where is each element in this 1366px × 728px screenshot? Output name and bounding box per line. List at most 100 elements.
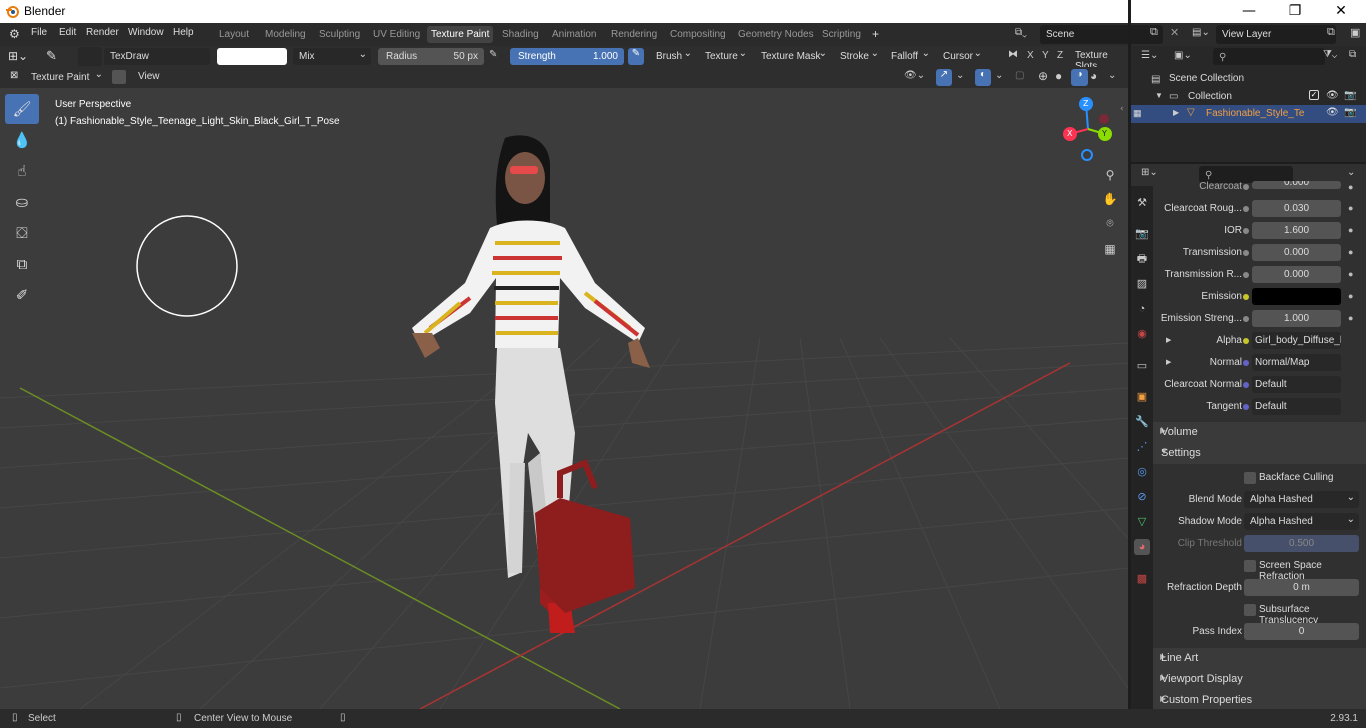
- clearcoat-field[interactable]: 0.000: [1252, 181, 1341, 189]
- alpha-socket-icon[interactable]: [1243, 338, 1249, 344]
- perspective-toggle-icon[interactable]: ▦: [1099, 238, 1121, 260]
- pass-index-field[interactable]: 0: [1244, 623, 1359, 640]
- brush-preview[interactable]: [78, 47, 102, 66]
- visibility-icon[interactable]: 👁⌄: [904, 70, 925, 81]
- xray-icon[interactable]: ▢: [1015, 70, 1024, 81]
- pan-hand-icon[interactable]: ✋: [1099, 188, 1121, 210]
- new-view-layer-icon[interactable]: ⧉: [1327, 26, 1335, 39]
- menu-file[interactable]: File: [31, 27, 47, 38]
- clone-tool-icon[interactable]: ⛀: [5, 187, 39, 217]
- draw-tool-icon[interactable]: 🖌: [5, 94, 39, 124]
- new-scene-icon[interactable]: ⧉: [1150, 26, 1158, 39]
- properties-editor-type-icon[interactable]: ⊞⌄: [1141, 167, 1158, 178]
- object-visibility-eye-icon[interactable]: 👁: [1326, 107, 1339, 118]
- tab-modeling[interactable]: Modeling: [261, 26, 310, 43]
- texture-mask-menu[interactable]: Texture Mask: [757, 45, 829, 65]
- view-menu[interactable]: View: [138, 71, 160, 82]
- constraints-properties-icon[interactable]: ⊘: [1134, 489, 1150, 505]
- mode-dropdown[interactable]: Texture Paint: [27, 66, 105, 86]
- material-preview-icon[interactable]: ◑: [1071, 69, 1088, 86]
- 3d-viewport[interactable]: 🖌 💧 ☝ ⛀ ⛋ ⧉ ✐ User Perspective (1) Fashi…: [0, 88, 1128, 709]
- fill-tool-icon[interactable]: ⛋: [5, 218, 39, 248]
- menu-render[interactable]: Render: [86, 27, 119, 38]
- emission-strength-keyframe-icon[interactable]: ●: [1348, 313, 1353, 323]
- particles-properties-icon[interactable]: ⋰: [1134, 439, 1150, 455]
- emission-strength-socket-icon[interactable]: [1243, 316, 1249, 322]
- scene-properties-icon[interactable]: ◔: [1134, 301, 1150, 317]
- tab-compositing[interactable]: Compositing: [666, 26, 730, 43]
- scene-selector-icon[interactable]: ⧉⌄: [1015, 27, 1027, 38]
- shading-dropdown-icon[interactable]: ⌄: [1108, 70, 1116, 81]
- brush-tool-icon[interactable]: ✎: [46, 48, 57, 64]
- clearcoat-normal-socket-icon[interactable]: [1243, 382, 1249, 388]
- radius-slider[interactable]: Radius 50 px: [378, 48, 484, 65]
- falloff-menu[interactable]: Falloff: [887, 45, 932, 65]
- object-properties-icon[interactable]: ▣: [1134, 389, 1150, 405]
- transmission-field[interactable]: 0.000: [1252, 244, 1341, 261]
- symmetry-icon[interactable]: ⧓: [1008, 49, 1018, 60]
- minimize-button[interactable]: —: [1226, 1, 1272, 21]
- symmetry-y-toggle[interactable]: Y: [1042, 50, 1049, 61]
- material-properties-icon[interactable]: ◕: [1134, 539, 1150, 555]
- menu-window[interactable]: Window: [128, 27, 164, 38]
- menu-edit[interactable]: Edit: [59, 27, 76, 38]
- clearcoat-roughness-socket-icon[interactable]: [1243, 206, 1249, 212]
- world-properties-icon[interactable]: ◉: [1134, 326, 1150, 342]
- symmetry-z-toggle[interactable]: Z: [1057, 50, 1063, 61]
- properties-options-icon[interactable]: ⌄: [1347, 167, 1355, 178]
- annotate-tool-icon[interactable]: ✐: [5, 280, 39, 310]
- zoom-icon[interactable]: ⚲: [1099, 164, 1121, 186]
- tab-geometry-nodes[interactable]: Geometry Nodes: [734, 26, 818, 43]
- outliner-scene-collection[interactable]: Scene Collection: [1169, 73, 1244, 84]
- shadow-mode-dropdown[interactable]: Alpha Hashed ⌄: [1244, 513, 1359, 530]
- refraction-depth-field[interactable]: 0 m: [1244, 579, 1359, 596]
- camera-view-icon[interactable]: ⌾: [1099, 212, 1121, 234]
- object-camera-icon[interactable]: 📷: [1344, 107, 1356, 118]
- gizmo-dropdown-icon[interactable]: ⌄: [956, 70, 964, 81]
- display-mode-icon[interactable]: ▣⌄: [1174, 50, 1192, 61]
- backface-culling-checkbox[interactable]: [1244, 472, 1256, 484]
- ior-keyframe-icon[interactable]: ●: [1348, 225, 1353, 235]
- rendered-shading-icon[interactable]: ◕: [1090, 69, 1097, 83]
- collection-expand-icon[interactable]: ▼: [1155, 91, 1163, 100]
- paint-mask-toggle[interactable]: [112, 70, 126, 84]
- outliner-collection[interactable]: Collection: [1188, 91, 1232, 102]
- soften-tool-icon[interactable]: 💧: [5, 125, 39, 155]
- ior-field[interactable]: 1.600: [1252, 222, 1341, 239]
- blend-mode-dropdown[interactable]: Alpha Hashed ⌄: [1244, 491, 1359, 508]
- tangent-socket-icon[interactable]: [1243, 404, 1249, 410]
- output-properties-icon[interactable]: 🖶: [1134, 251, 1150, 267]
- menu-help[interactable]: Help: [173, 27, 194, 38]
- view-layer-selector-icon[interactable]: ▤⌄: [1192, 27, 1210, 38]
- collection-checkbox[interactable]: ✓: [1309, 90, 1319, 100]
- new-collection-icon[interactable]: ⧉: [1349, 49, 1356, 60]
- overlays-icon[interactable]: ◐: [975, 69, 991, 86]
- overlays-dropdown-icon[interactable]: ⌄: [995, 70, 1003, 81]
- clearcoat-roughness-keyframe-icon[interactable]: ●: [1348, 203, 1353, 213]
- collection-camera-icon[interactable]: 📷: [1344, 90, 1356, 101]
- transmission-keyframe-icon[interactable]: ●: [1348, 247, 1353, 257]
- solid-shading-icon[interactable]: ●: [1055, 69, 1062, 83]
- smear-tool-icon[interactable]: ☝: [5, 156, 39, 186]
- strength-pressure-icon[interactable]: ✎: [628, 48, 644, 65]
- remove-view-layer-icon[interactable]: ▣: [1350, 26, 1360, 39]
- brush-color-swatch[interactable]: [217, 48, 287, 65]
- filter-icon[interactable]: ⧩⌄: [1323, 49, 1337, 60]
- emission-color-swatch[interactable]: [1252, 288, 1341, 305]
- emission-keyframe-icon[interactable]: ●: [1348, 291, 1353, 301]
- transmission-roughness-field[interactable]: 0.000: [1252, 266, 1341, 283]
- ior-socket-icon[interactable]: [1243, 228, 1249, 234]
- physics-properties-icon[interactable]: ◎: [1134, 464, 1150, 480]
- strength-slider[interactable]: Strength 1.000: [510, 48, 624, 65]
- editor-type-icon[interactable]: ⊞⌄: [8, 49, 28, 63]
- modifier-properties-icon[interactable]: 🔧: [1134, 414, 1150, 430]
- add-workspace-button[interactable]: +: [868, 26, 883, 43]
- alpha-expand-icon[interactable]: ▶: [1166, 336, 1171, 344]
- maximize-button[interactable]: ❐: [1272, 1, 1318, 21]
- symmetry-x-toggle[interactable]: X: [1027, 50, 1034, 61]
- clearcoat-roughness-field[interactable]: 0.030: [1252, 200, 1341, 217]
- view-layer-field[interactable]: View Layer: [1216, 25, 1336, 44]
- brush-name-field[interactable]: TexDraw: [104, 48, 210, 65]
- cursor-menu[interactable]: Cursor: [939, 45, 984, 65]
- radius-pressure-icon[interactable]: ✎: [489, 49, 497, 60]
